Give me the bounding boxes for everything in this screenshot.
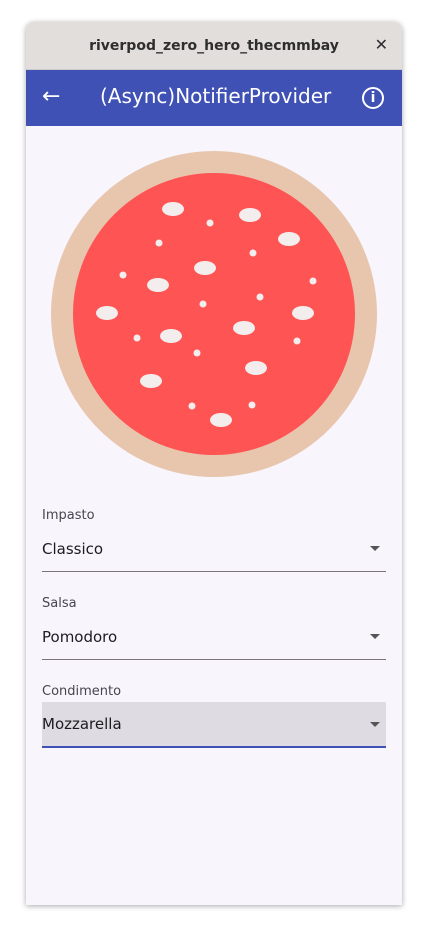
condimento-value: Mozzarella	[42, 715, 122, 733]
impasto-dropdown[interactable]: Impasto Classico	[42, 508, 386, 572]
cheese-topping	[233, 321, 255, 335]
cheese-topping	[292, 306, 314, 320]
window-titlebar: riverpod_zero_hero_thecmmbay ✕	[26, 22, 402, 70]
close-icon[interactable]: ✕	[375, 35, 388, 54]
cheese-topping	[96, 306, 118, 320]
cheese-dot	[249, 249, 257, 257]
app-bar: ← (Async)NotifierProvider i	[26, 70, 402, 126]
page-title: (Async)NotifierProvider	[100, 84, 332, 108]
cheese-dot	[193, 349, 201, 357]
dropdown-arrow-icon	[370, 722, 380, 727]
cheese-topping	[210, 413, 232, 427]
impasto-select[interactable]: Classico	[42, 526, 386, 572]
cheese-topping	[194, 261, 216, 275]
cheese-topping	[147, 278, 169, 292]
cheese-dot	[199, 300, 207, 308]
cheese-topping	[278, 232, 300, 246]
cheese-topping	[162, 202, 184, 216]
cheese-dot	[248, 401, 256, 409]
cheese-topping	[160, 329, 182, 343]
condimento-label: Condimento	[42, 684, 122, 699]
dropdown-arrow-icon	[370, 634, 380, 639]
dropdown-arrow-icon	[370, 546, 380, 551]
window-title: riverpod_zero_hero_thecmmbay	[89, 37, 339, 54]
cheese-dot	[155, 239, 163, 247]
cheese-dot	[256, 293, 264, 301]
salsa-dropdown[interactable]: Salsa Pomodoro	[42, 596, 386, 660]
cheese-topping	[239, 208, 261, 222]
cheese-topping	[140, 374, 162, 388]
cheese-dot	[133, 334, 141, 342]
condimento-select[interactable]: Mozzarella	[42, 702, 386, 748]
arrow-back-icon[interactable]: ←	[42, 84, 60, 109]
cheese-dot	[309, 277, 317, 285]
salsa-select[interactable]: Pomodoro	[42, 614, 386, 660]
cheese-dot	[188, 402, 196, 410]
salsa-label: Salsa	[42, 596, 77, 611]
app-window: riverpod_zero_hero_thecmmbay ✕ ← (Async)…	[26, 22, 402, 905]
impasto-value: Classico	[42, 539, 104, 558]
condimento-dropdown[interactable]: Condimento Mozzarella	[42, 684, 386, 748]
pizza-illustration	[51, 151, 377, 477]
cheese-topping	[245, 361, 267, 375]
cheese-dot	[293, 337, 301, 345]
impasto-label: Impasto	[42, 508, 95, 523]
cheese-dot	[206, 219, 214, 227]
salsa-value: Pomodoro	[42, 627, 118, 646]
cheese-dot	[119, 271, 127, 279]
info-icon[interactable]: i	[362, 87, 384, 109]
